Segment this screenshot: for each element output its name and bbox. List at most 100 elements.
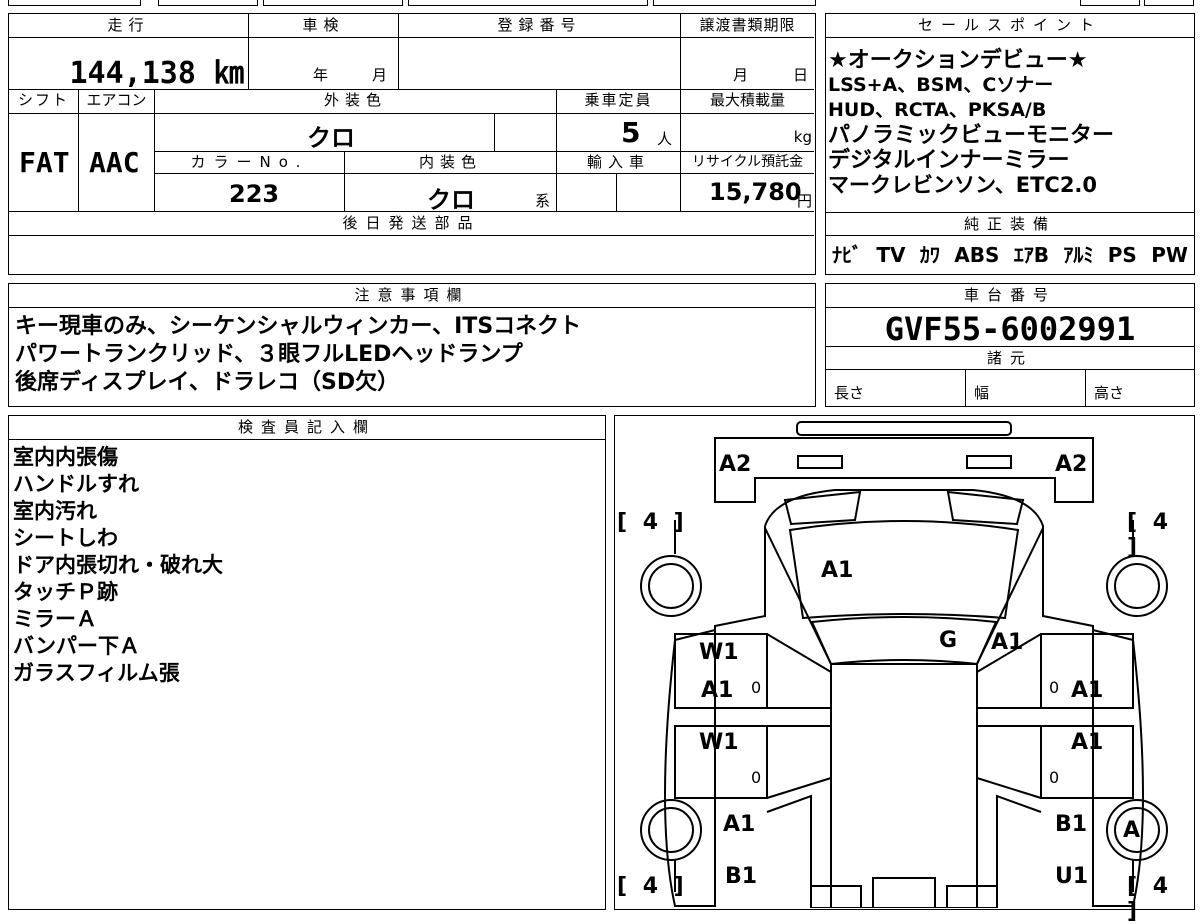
equipment-list: ﾅﾋﾞ TV ｶﾜ ABS ｴｱB ｱﾙﾐ PS PW bbox=[832, 243, 1188, 268]
mark-rear-left-bottom: B1 bbox=[725, 864, 758, 889]
mileage-value: 144,138 ㎞ bbox=[69, 56, 245, 91]
recycle-fee-unit: 円 bbox=[796, 192, 812, 210]
equipment-header-label: 純正装備 bbox=[826, 213, 1194, 235]
mark-front-right-fender: A1 bbox=[991, 630, 1024, 655]
capacity-header: 乗車定員 bbox=[557, 90, 681, 114]
inspector-line: タッチＰ跡 bbox=[13, 580, 118, 604]
max-load-header: 最大積載量 bbox=[681, 90, 814, 114]
inspector-line: 室内内張傷 bbox=[13, 445, 118, 469]
top-strip-right bbox=[1080, 0, 1194, 6]
transfer-header-label: 譲渡書類期限 bbox=[699, 16, 796, 34]
recycle-cell: 15,780 円 bbox=[681, 174, 814, 212]
inspector-line: 室内汚れ bbox=[13, 499, 97, 523]
interior-header-label: 内装色 bbox=[345, 152, 556, 172]
sales-points-list: ★オークションデビュー★ LSS+A、BSM、Cソナー HUD、RCTA、PKS… bbox=[828, 48, 1114, 198]
color-no-value: 223 bbox=[229, 180, 280, 208]
notes-header-label: 注意事項欄 bbox=[9, 285, 815, 305]
shift-header: シフト bbox=[9, 90, 79, 114]
registration-cell bbox=[399, 38, 681, 90]
interior-color-cell: クロ 系 bbox=[345, 174, 557, 214]
interior-header: 内装色 bbox=[345, 152, 557, 174]
zero-front-left: 0 bbox=[751, 678, 762, 697]
zero-rear-right: 0 bbox=[1049, 768, 1060, 787]
registration-header-label: 登録番号 bbox=[399, 15, 680, 35]
inspection-month-label: 月 bbox=[372, 66, 388, 84]
import-cell-b bbox=[617, 174, 681, 212]
equipment-item: PS bbox=[1107, 243, 1137, 267]
equipment-item: ﾅﾋﾞ bbox=[832, 243, 862, 267]
chassis-header-label: 車台番号 bbox=[826, 285, 1194, 305]
import-header-label: 輸入車 bbox=[557, 152, 680, 172]
spec-height-cell: 高さ bbox=[1086, 370, 1194, 406]
equipment-item: ABS bbox=[954, 243, 1000, 267]
mileage-header-label: 走行 bbox=[9, 15, 248, 35]
transfer-cell: 月 日 bbox=[681, 38, 814, 90]
exterior-header: 外装色 bbox=[155, 90, 557, 114]
bracket-label-br: [ 4 ] bbox=[1127, 874, 1173, 924]
sales-point-line: マークレビンソン、ETC2.0 bbox=[828, 173, 1098, 197]
transfer-month-label: 月 bbox=[733, 66, 749, 84]
inspector-header: 検査員記入欄 bbox=[9, 416, 605, 440]
shift-value: FAT bbox=[19, 146, 70, 179]
color-no-header: カラーNo. bbox=[155, 152, 345, 174]
capacity-value: 5 bbox=[621, 116, 641, 149]
interior-color-value: クロ bbox=[427, 186, 475, 214]
color-no-header-label: カラーNo. bbox=[155, 152, 344, 172]
import-header: 輸入車 bbox=[557, 152, 681, 174]
aircon-header-label: エアコン bbox=[86, 91, 147, 109]
recycle-header-label: リサイクル預託金 bbox=[691, 154, 804, 170]
spec-length-cell: 長さ bbox=[826, 370, 966, 406]
mark-front-right-door: A1 bbox=[1071, 678, 1104, 703]
zero-rear-left: 0 bbox=[751, 768, 762, 787]
inspector-list: 室内内張傷 ハンドルすれ 室内汚れ シートしわ ドア内張切れ・破れ大 タッチＰ跡… bbox=[13, 444, 223, 687]
mileage-cell: 144,138 ㎞ bbox=[9, 38, 249, 91]
capacity-header-label: 乗車定員 bbox=[584, 91, 653, 109]
spec-header-label: 諸元 bbox=[826, 347, 1194, 369]
recycle-header: リサイクル預託金 bbox=[681, 152, 814, 174]
note-line: パワートランクリッド、３眼フルLEDヘッドランプ bbox=[15, 342, 523, 367]
capacity-unit: 人 bbox=[657, 130, 673, 148]
sales-points-header-label: セールスポイント bbox=[826, 15, 1194, 35]
import-cell-a bbox=[557, 174, 617, 212]
mark-hood: A1 bbox=[821, 558, 854, 583]
max-load-header-label: 最大積載量 bbox=[709, 91, 785, 109]
chassis-number: GVF55-6002991 bbox=[884, 310, 1136, 348]
mark-front-left-door: A1 bbox=[701, 678, 734, 703]
equipment-item: TV bbox=[876, 243, 906, 267]
inspection-header-label: 車検 bbox=[249, 15, 398, 35]
top-strip bbox=[8, 0, 816, 6]
inspection-header: 車検 bbox=[249, 14, 399, 38]
mark-windshield: G bbox=[939, 628, 958, 653]
inspection-year-label: 年 bbox=[313, 66, 329, 84]
mark-rear-right-bottom: U1 bbox=[1055, 864, 1089, 889]
equipment-item: ｱﾙﾐ bbox=[1063, 243, 1094, 267]
notes-panel: 注意事項欄 キー現車のみ、シーケンシャルウィンカー、ITSコネクト パワートラン… bbox=[8, 283, 816, 407]
vehicle-info-table: 走行 車検 登録番号 譲渡書類期限 144,138 ㎞ 年 月 月 日 シフト … bbox=[8, 13, 816, 275]
exterior-header-label: 外装色 bbox=[155, 90, 556, 110]
interior-suffix: 系 bbox=[535, 192, 551, 210]
aircon-cell: AAC bbox=[79, 114, 155, 212]
mark-rear-right-tire: A bbox=[1123, 818, 1141, 843]
equipment-item: PW bbox=[1151, 243, 1188, 267]
mark-rear-right-door: A1 bbox=[1071, 730, 1104, 755]
spec-length-label: 長さ bbox=[834, 384, 865, 402]
parts-header-label: 後日発送部品 bbox=[9, 212, 814, 234]
spec-height-label: 高さ bbox=[1094, 384, 1125, 402]
inspector-panel: 検査員記入欄 室内内張傷 ハンドルすれ 室内汚れ シートしわ ドア内張切れ・破れ… bbox=[8, 415, 606, 910]
aircon-value: AAC bbox=[89, 146, 140, 179]
inspector-line: シートしわ bbox=[13, 526, 118, 550]
sales-point-line: パノラミックビューモニター bbox=[828, 123, 1115, 148]
sales-point-line: ★オークションデビュー★ bbox=[828, 48, 1088, 73]
chassis-panel: 車台番号 GVF55-6002991 諸元 長さ 幅 高さ bbox=[825, 283, 1195, 407]
equipment-item: ｶﾜ bbox=[919, 243, 940, 267]
zero-front-right: 0 bbox=[1049, 678, 1060, 697]
notes-list: キー現車のみ、シーケンシャルウィンカー、ITSコネクト パワートランクリッド、３… bbox=[15, 313, 581, 397]
inspector-line: ガラスフィルム張 bbox=[13, 661, 180, 685]
notes-header: 注意事項欄 bbox=[9, 284, 815, 308]
spec-header: 諸元 bbox=[826, 346, 1194, 370]
car-diagram-panel: [ 4 ] [ 4 ] [ 4 ] [ 4 ] A2 A2 A1 G A1 W1… bbox=[614, 415, 1195, 924]
inspector-line: ドア内張切れ・破れ大 bbox=[13, 553, 223, 577]
sales-point-line: デジタルインナーミラー bbox=[828, 148, 1070, 173]
aircon-header: エアコン bbox=[79, 90, 155, 114]
note-line: 後席ディスプレイ、ドラレコ（SD欠） bbox=[15, 370, 400, 395]
